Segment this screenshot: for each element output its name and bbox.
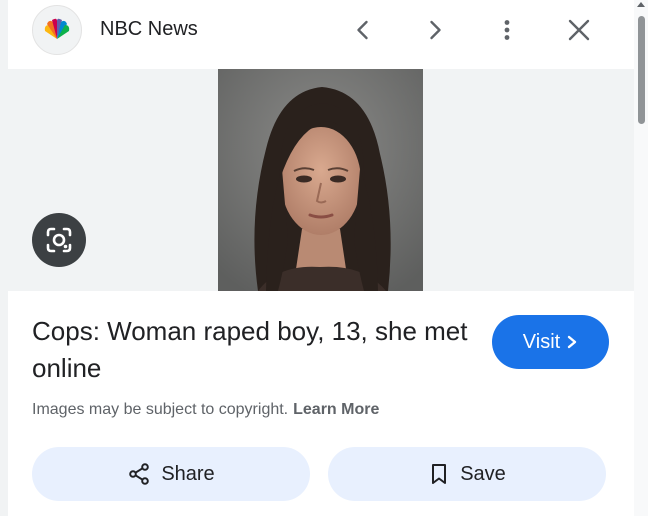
save-button[interactable]: Save bbox=[328, 447, 606, 501]
result-image[interactable] bbox=[218, 69, 423, 291]
share-button[interactable]: Share bbox=[32, 447, 310, 501]
scroll-up-arrow-icon[interactable] bbox=[637, 2, 645, 7]
visit-label: Visit bbox=[522, 330, 561, 353]
left-edge bbox=[0, 0, 8, 516]
result-title[interactable]: Cops: Woman raped boy, 13, she met onlin… bbox=[32, 313, 472, 387]
scrollbar-thumb[interactable] bbox=[638, 16, 645, 124]
lens-search-button[interactable] bbox=[32, 213, 86, 267]
copyright-text: Images may be subject to copyright. bbox=[32, 401, 289, 418]
share-icon bbox=[129, 463, 150, 485]
previous-button[interactable] bbox=[343, 10, 383, 50]
next-button[interactable] bbox=[415, 10, 455, 50]
close-icon bbox=[568, 19, 590, 41]
image-viewer-panel: NBC News Cops: Woman raped boy, 13, she … bbox=[8, 0, 634, 516]
more-options-button[interactable] bbox=[487, 10, 527, 50]
vertical-scrollbar[interactable] bbox=[634, 0, 648, 516]
lens-search-icon bbox=[46, 227, 72, 253]
chevron-right-icon bbox=[430, 20, 441, 40]
viewer-header: NBC News bbox=[8, 0, 634, 68]
copyright-notice: Images may be subject to copyright. Learn… bbox=[32, 401, 379, 419]
close-button[interactable] bbox=[559, 10, 599, 50]
share-label: Share bbox=[161, 462, 215, 485]
more-vert-icon bbox=[504, 20, 510, 40]
chevron-left-icon bbox=[357, 20, 368, 40]
save-label: Save bbox=[460, 462, 506, 485]
learn-more-link[interactable]: Learn More bbox=[293, 401, 379, 418]
image-preview-area bbox=[8, 69, 634, 291]
visit-button[interactable]: Visit bbox=[492, 315, 609, 369]
nbc-peacock-icon[interactable] bbox=[32, 5, 82, 55]
chevron-right-icon bbox=[568, 335, 577, 349]
source-name[interactable]: NBC News bbox=[100, 18, 198, 41]
bookmark-icon bbox=[432, 464, 447, 484]
